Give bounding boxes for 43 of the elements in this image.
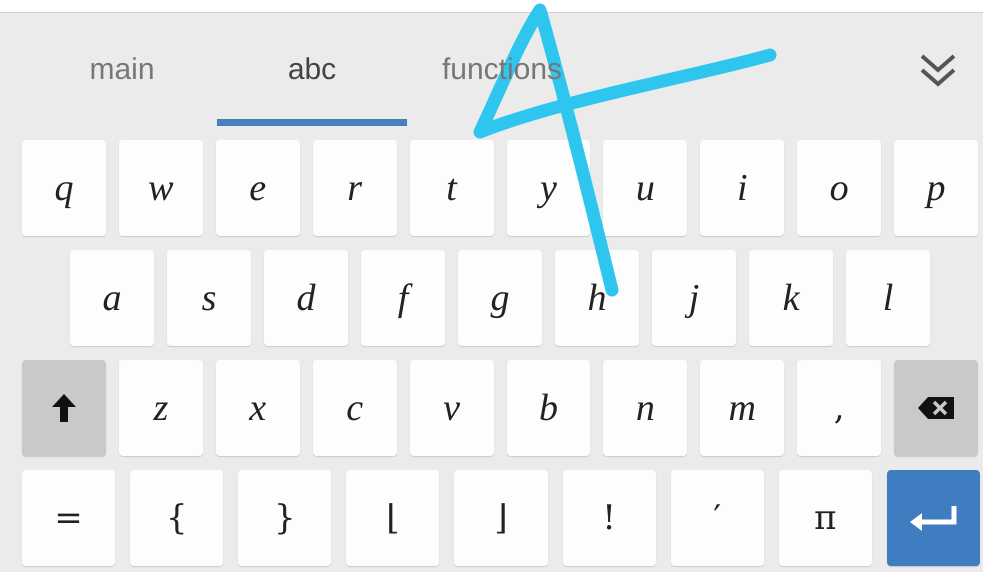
letter-key[interactable]: g	[458, 250, 542, 346]
letter-key[interactable]: e	[216, 140, 300, 236]
tab[interactable]: abc	[217, 13, 407, 126]
letter-key[interactable]: p	[894, 140, 978, 236]
letter-key[interactable]: v	[410, 360, 494, 456]
up-arrow-icon	[50, 393, 77, 423]
symbol-key[interactable]: }	[238, 470, 332, 566]
symbol-key[interactable]: =	[22, 470, 116, 566]
letter-key[interactable]: s	[167, 250, 251, 346]
tab[interactable]: main	[27, 13, 217, 126]
letter-key[interactable]: a	[70, 250, 154, 346]
letter-key[interactable]: b	[506, 360, 590, 456]
letter-key[interactable]: m	[700, 360, 784, 456]
symbol-key[interactable]: ⌋	[454, 470, 548, 566]
letter-key[interactable]: c	[312, 360, 397, 456]
letter-key[interactable]: u	[603, 140, 688, 236]
letter-key[interactable]: t	[410, 140, 494, 236]
symbol-key[interactable]: {	[130, 470, 224, 566]
letter-key[interactable]: n	[603, 360, 688, 456]
letter-key[interactable]: w	[118, 140, 203, 236]
letter-key[interactable]: r	[312, 140, 397, 236]
symbol-key[interactable]: !	[562, 470, 656, 566]
enter-key[interactable]	[886, 470, 980, 566]
symbol-key[interactable]: ⌊	[346, 470, 440, 566]
backspace-key[interactable]	[894, 360, 978, 456]
letter-key[interactable]: d	[264, 250, 348, 346]
letter-key[interactable]: o	[797, 140, 882, 236]
letter-key[interactable]: i	[700, 140, 784, 236]
letter-key[interactable]: l	[846, 250, 930, 346]
symbol-key[interactable]: ′	[670, 470, 764, 566]
letter-key[interactable]: q	[22, 140, 106, 236]
letter-key[interactable]: k	[749, 250, 833, 346]
symbol-key[interactable]: ,	[797, 360, 882, 456]
letter-key[interactable]: x	[216, 360, 300, 456]
return-icon	[908, 504, 958, 532]
symbol-key[interactable]: π	[778, 470, 872, 566]
letter-key[interactable]: y	[506, 140, 590, 236]
letter-key[interactable]: f	[361, 250, 445, 346]
letter-key[interactable]: j	[652, 250, 736, 346]
backspace-icon	[918, 397, 954, 419]
letter-key[interactable]: z	[118, 360, 203, 456]
shift-key[interactable]	[22, 360, 106, 456]
letter-key[interactable]: h	[555, 250, 639, 346]
